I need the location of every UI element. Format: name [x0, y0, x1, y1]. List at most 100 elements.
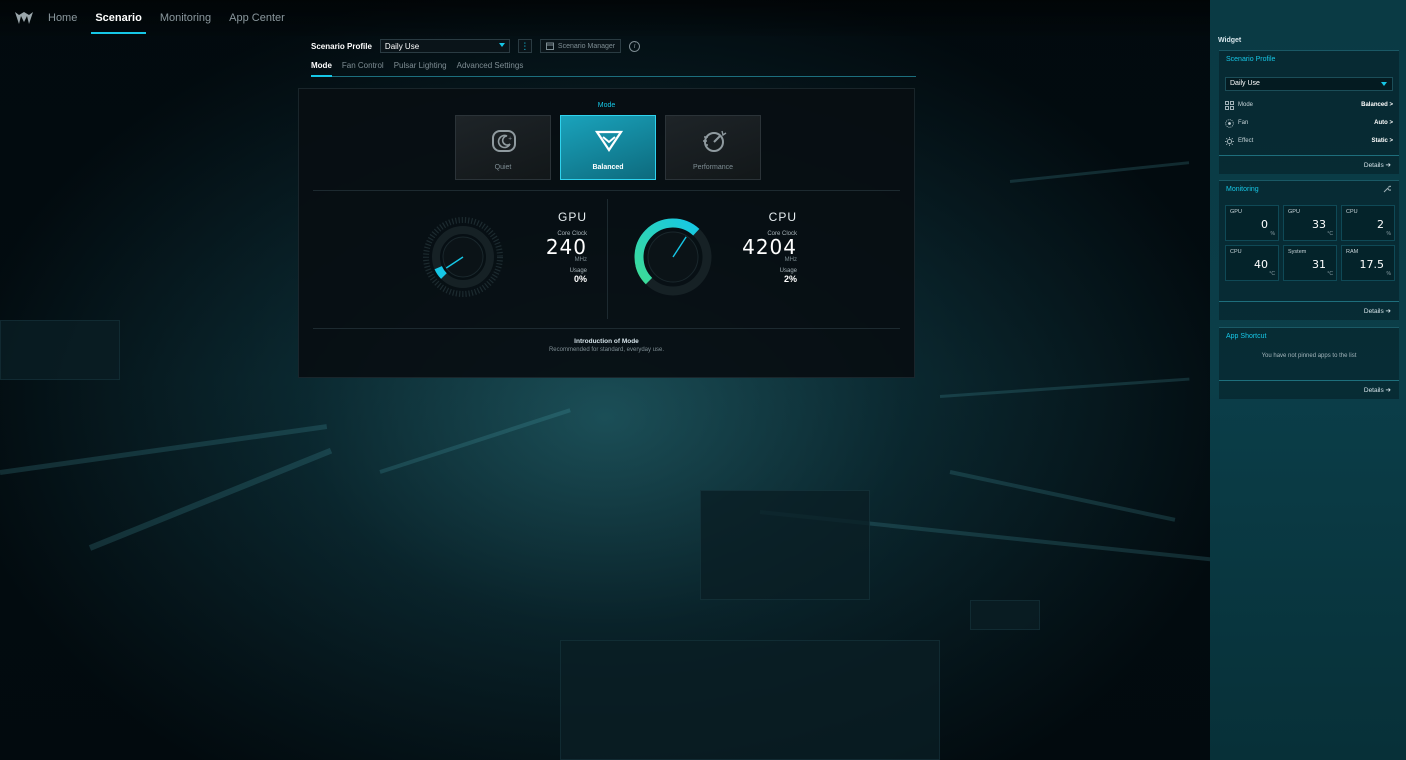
bg-light-stripe [88, 447, 333, 551]
gpu-core-clock-value: 240 [545, 235, 587, 259]
widget-mode-value-link[interactable]: Balanced > [1361, 102, 1393, 108]
scenario-manager-button[interactable]: Scenario Manager [539, 39, 622, 53]
widget-sidebar: Widget Scenario Profile Daily Use Mode B… [1210, 0, 1406, 760]
monitor-system-temp: System 31 °C [1283, 245, 1337, 281]
more-options-icon[interactable]: ⋮ [517, 39, 532, 53]
monitor-ram-usage: RAM 17.5 % [1341, 245, 1395, 281]
nav-monitoring[interactable]: Monitoring [160, 8, 211, 28]
scenario-profile-details-link[interactable]: Details ➔ [1364, 161, 1391, 169]
bg-block [970, 600, 1040, 630]
divider [313, 328, 900, 329]
cpu-gauge [634, 218, 712, 296]
widget-fan-value-link[interactable]: Auto > [1374, 120, 1393, 126]
widget-title: Widget [1218, 37, 1242, 44]
bg-block [560, 640, 940, 760]
bg-light-stripe [939, 377, 1190, 398]
widget-card-footer: Details ➔ [1219, 155, 1399, 174]
widget-row-name: Mode [1238, 102, 1254, 108]
scenario-profile-dropdown[interactable]: Daily Use [379, 39, 510, 53]
mode-card-balanced[interactable]: Balanced [560, 115, 656, 180]
widget-row-name: Fan [1238, 120, 1249, 126]
monitor-gpu-usage: GPU 0 % [1225, 205, 1279, 241]
bg-block [700, 490, 870, 600]
divider [607, 199, 608, 319]
quiet-mode-icon: + [492, 130, 516, 152]
gpu-gauge-fill [434, 265, 447, 279]
monitor-value: 17.5 [1359, 258, 1385, 271]
gpu-usage-value: 0% [573, 274, 587, 284]
monitor-value: 0 [1261, 218, 1268, 231]
cpu-title: CPU [768, 210, 797, 224]
bg-light-stripe [379, 408, 571, 474]
gpu-title: GPU [557, 210, 587, 224]
widget-profile-dropdown[interactable]: Daily Use [1225, 77, 1393, 91]
mode-panel: Mode + Quiet Balanced Performance GPU Co… [298, 88, 915, 378]
mode-card-quiet[interactable]: + Quiet [455, 115, 551, 180]
widget-card-title: Scenario Profile [1226, 56, 1276, 63]
monitor-unit: °C [1327, 231, 1333, 237]
tab-advanced-settings[interactable]: Advanced Settings [457, 61, 524, 76]
widget-row-mode: Mode Balanced > [1225, 100, 1393, 114]
mode-intro-description: Recommended for standard, everyday use. [548, 347, 665, 353]
monitor-unit: % [1386, 271, 1391, 277]
mode-card-performance[interactable]: Performance [665, 115, 761, 180]
predator-logo-icon[interactable] [14, 10, 34, 26]
tab-pulsar-lighting[interactable]: Pulsar Lighting [394, 61, 447, 76]
monitor-unit: °C [1269, 271, 1275, 277]
info-icon[interactable]: i [629, 40, 641, 52]
widget-card-title: App Shortcut [1226, 333, 1267, 340]
app-shortcut-widget: App Shortcut You have not pinned apps to… [1219, 327, 1399, 399]
widget-card-title: Monitoring [1226, 186, 1259, 193]
performance-mode-icon [703, 130, 727, 152]
fan-icon [1225, 119, 1234, 128]
app-shortcut-details-link[interactable]: Details ➔ [1364, 386, 1391, 394]
scenario-profile-label: Scenario Profile [311, 41, 372, 51]
widget-profile-value: Daily Use [1230, 80, 1260, 87]
widget-card-footer: Details ➔ [1219, 301, 1399, 320]
cpu-usage-value: 2% [783, 274, 797, 284]
nav-app-center[interactable]: App Center [229, 8, 285, 28]
scenario-manager-label: Scenario Manager [557, 42, 616, 50]
monitor-label: RAM [1346, 249, 1359, 255]
monitor-label: CPU [1346, 209, 1358, 215]
monitor-value: 33 [1312, 218, 1326, 231]
svg-text:+: + [508, 136, 512, 142]
mode-grid-icon [1225, 101, 1234, 110]
scenario-profile-value: Daily Use [384, 42, 420, 51]
monitor-cpu-temp: CPU 40 °C [1225, 245, 1279, 281]
monitor-label: System [1288, 249, 1307, 255]
gpu-gauge [423, 217, 503, 297]
scenario-profile-widget: Scenario Profile Daily Use Mode Balanced… [1219, 50, 1399, 174]
nav-scenario[interactable]: Scenario [91, 8, 147, 34]
cpu-metrics: CPU Core Clock 4204 MHz Usage 2% [742, 210, 797, 284]
widget-effect-value-link[interactable]: Static > [1371, 138, 1393, 144]
monitoring-details-link[interactable]: Details ➔ [1364, 307, 1391, 315]
mode-card-label: Performance [692, 164, 734, 171]
monitor-value: 31 [1312, 258, 1326, 271]
monitor-label: GPU [1230, 209, 1242, 215]
wrench-icon[interactable] [1383, 185, 1391, 193]
monitoring-widget: Monitoring GPU 0 % GPU 33 °C CPU 2 % CPU [1219, 180, 1399, 320]
scenario-profile-row: Scenario Profile Daily Use ⋮ Scenario Ma… [311, 39, 641, 53]
nav-home[interactable]: Home [48, 8, 77, 28]
top-nav-bar: Home Scenario Monitoring App Center − ✕ [0, 0, 1406, 36]
bg-light-stripe [1009, 161, 1190, 183]
widget-row-name: Effect [1238, 138, 1254, 144]
widget-row-effect: Effect Static > [1225, 136, 1393, 150]
divider [313, 190, 900, 191]
tab-fan-control[interactable]: Fan Control [342, 61, 384, 76]
tab-mode[interactable]: Mode [311, 61, 332, 77]
widget-card-footer: Details ➔ [1219, 380, 1399, 399]
mode-card-label: Quiet [494, 164, 512, 171]
monitor-value: 2 [1377, 218, 1384, 231]
monitor-unit: % [1386, 231, 1391, 237]
monitor-label: CPU [1230, 249, 1242, 255]
bg-block [0, 320, 120, 380]
monitoring-grid: GPU 0 % GPU 33 °C CPU 2 % CPU 40 °C Syst… [1225, 205, 1395, 281]
mode-title: Mode [597, 102, 616, 109]
monitor-unit: °C [1327, 271, 1333, 277]
monitor-unit: % [1270, 231, 1275, 237]
mode-intro-title: Introduction of Mode [574, 338, 639, 345]
app-shortcut-empty-message: You have not pinned apps to the list [1261, 353, 1357, 359]
scenario-tabs: Mode Fan Control Pulsar Lighting Advance… [311, 61, 916, 77]
